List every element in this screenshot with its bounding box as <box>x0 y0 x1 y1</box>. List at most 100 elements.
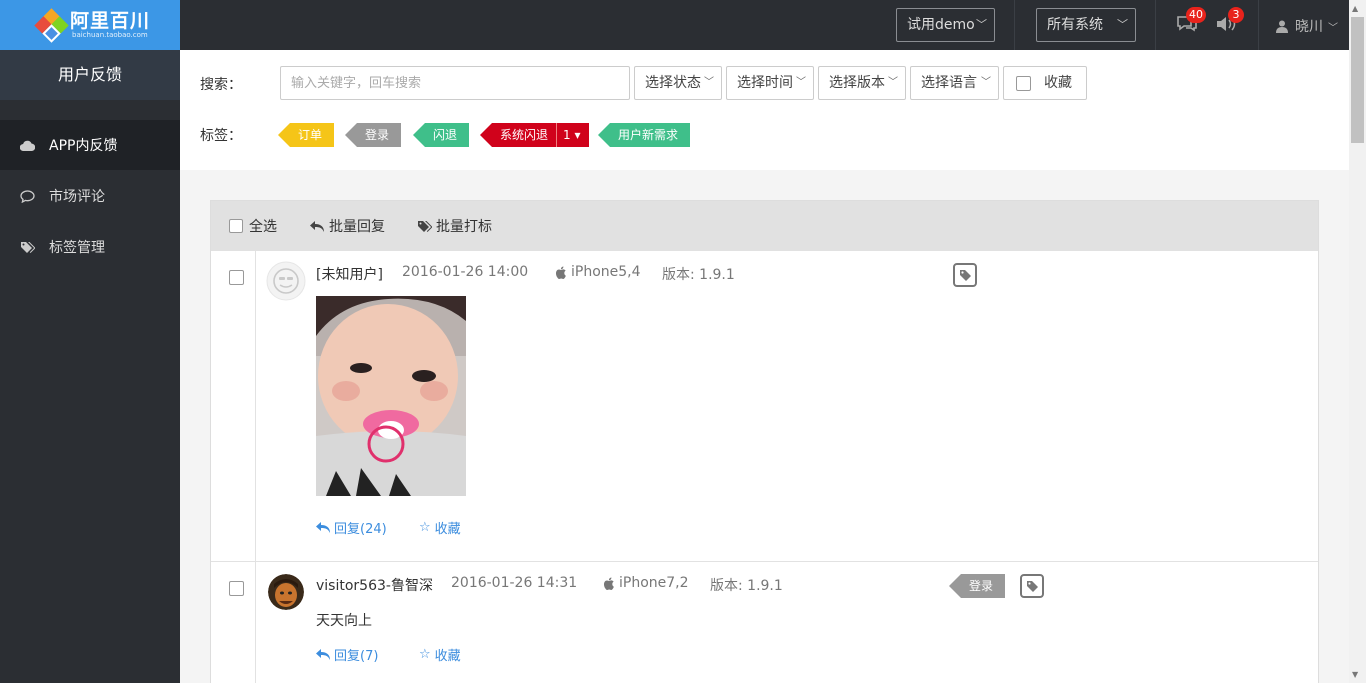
feedback-user[interactable]: [未知用户] <box>316 264 383 284</box>
sidebar-title: 用户反馈 <box>0 50 180 100</box>
language-select-label: 选择语言 <box>921 75 977 91</box>
favorite-checkbox[interactable] <box>1016 75 1031 91</box>
chevron-down-icon: ﹀ <box>976 18 987 31</box>
comment-icon <box>20 189 35 203</box>
brand-domain: baichuan.taobao.com <box>72 31 148 39</box>
feedback-device: iPhone5,4 <box>556 264 641 280</box>
tag-icon <box>1026 580 1038 592</box>
search-input[interactable] <box>280 66 630 100</box>
scrollbar-thumb[interactable] <box>1351 17 1364 143</box>
row-checkbox[interactable] <box>229 270 244 285</box>
add-tag-button[interactable] <box>953 263 977 287</box>
favorite-filter-label: 收藏 <box>1044 75 1072 91</box>
reply-all-icon <box>310 220 324 232</box>
favorite-link[interactable]: ☆ 收藏 <box>419 518 461 537</box>
sidebar-item-label: 市场评论 <box>49 189 105 205</box>
search-label: 搜索： <box>200 77 242 93</box>
batch-tag-button[interactable]: 批量打标 <box>417 216 492 236</box>
system-select[interactable]: 所有系统 ﹀ <box>1036 8 1136 42</box>
select-all-checkbox[interactable] <box>229 219 243 233</box>
reply-icon <box>316 522 330 533</box>
system-select-value: 所有系统 <box>1047 17 1103 33</box>
logo-icon <box>34 8 69 43</box>
feedback-screenshot[interactable] <box>316 296 466 496</box>
status-select-label: 选择状态 <box>645 75 701 91</box>
reply-label: 回复(24) <box>334 522 387 537</box>
chevron-down-icon: ﹀ <box>1328 22 1338 34</box>
feedback-tag-login[interactable]: 登录 <box>948 574 1006 598</box>
brand-logo[interactable]: 阿里百川 baichuan.taobao.com <box>0 0 180 50</box>
tag-label: 用户新需求 <box>618 128 679 142</box>
device-model: iPhone5,4 <box>571 264 641 280</box>
tags-icon <box>21 241 35 253</box>
caret-down-icon: ▾ <box>574 128 581 142</box>
star-icon: ☆ <box>419 647 431 662</box>
tag-count-dropdown[interactable]: 1 ▾ <box>556 123 589 147</box>
batch-reply-button[interactable]: 批量回复 <box>310 216 385 236</box>
reply-link[interactable]: 回复(24) <box>316 518 387 537</box>
apple-icon <box>604 577 614 590</box>
chevron-down-icon: ﹀ <box>1117 18 1128 31</box>
tag-icon <box>959 269 971 281</box>
tags-label: 标签： <box>200 128 242 144</box>
default-avatar-icon <box>266 261 306 301</box>
select-all-label: 全选 <box>249 219 277 235</box>
divider <box>1258 0 1259 50</box>
tag-label: 登录 <box>969 579 994 593</box>
sidebar-item-label: APP内反馈 <box>49 138 118 154</box>
batch-reply-label: 批量回复 <box>329 219 385 235</box>
feedback-device: iPhone7,2 <box>604 575 689 591</box>
row-divider <box>211 561 1318 562</box>
scroll-down-icon[interactable]: ▼ <box>1352 670 1358 679</box>
avatar <box>268 574 304 610</box>
sidebar-item-market-reviews[interactable]: 市场评论 <box>0 171 180 221</box>
tag-label: 订单 <box>298 128 323 142</box>
reply-link[interactable]: 回复(7) <box>316 645 378 664</box>
tag-order[interactable]: .t0::before{border-right-color:#f5c518!i… <box>277 123 335 147</box>
tag-count: 1 <box>563 128 571 142</box>
tag-new-requirement[interactable]: 用户新需求 <box>597 123 691 147</box>
feedback-content: 天天向上 <box>316 613 372 629</box>
reply-icon <box>316 649 330 660</box>
app-select-value: 试用demo <box>907 17 975 33</box>
user-menu[interactable]: 晓川 ﹀ <box>1276 16 1338 36</box>
add-tag-button[interactable] <box>1020 574 1044 598</box>
favorite-filter[interactable]: 收藏 <box>1003 66 1087 100</box>
notifications-badge: 3 <box>1228 7 1244 23</box>
favorite-label: 收藏 <box>434 649 461 664</box>
favorite-label: 收藏 <box>434 522 461 537</box>
chevron-down-icon: ﹀ <box>796 77 806 88</box>
divider <box>1155 0 1156 50</box>
language-select[interactable]: 选择语言 ﹀ <box>910 66 999 100</box>
batch-tag-label: 批量打标 <box>436 219 492 235</box>
status-select[interactable]: 选择状态 ﹀ <box>634 66 722 100</box>
feedback-version: 版本: 1.9.1 <box>710 578 783 594</box>
device-model: iPhone7,2 <box>619 575 689 591</box>
reply-label: 回复(7) <box>334 649 379 664</box>
tag-crash[interactable]: 闪退 <box>412 123 470 147</box>
favorite-link[interactable]: ☆ 收藏 <box>419 645 461 664</box>
star-icon: ☆ <box>419 520 431 535</box>
user-avatar-icon <box>268 574 304 610</box>
feedback-user[interactable]: visitor563-鲁智深 <box>316 575 433 595</box>
sidebar-item-tag-management[interactable]: 标签管理 <box>0 222 180 272</box>
user-name: 晓川 <box>1295 19 1323 35</box>
tag-label: 系统闪退 <box>500 128 549 142</box>
row-checkbox[interactable] <box>229 581 244 596</box>
apple-icon <box>556 266 566 279</box>
chevron-down-icon: ﹀ <box>888 77 898 88</box>
time-select[interactable]: 选择时间 ﹀ <box>726 66 814 100</box>
tag-login[interactable]: 登录 <box>344 123 402 147</box>
chevron-down-icon: ﹀ <box>704 77 714 88</box>
app-select[interactable]: 试用demo ﹀ <box>896 8 995 42</box>
sidebar-item-app-feedback[interactable]: APP内反馈 <box>0 120 180 170</box>
tag-system-crash[interactable]: 系统闪退 1 ▾ <box>480 123 589 147</box>
select-all[interactable]: 全选 <box>229 216 277 236</box>
column-divider <box>255 251 256 683</box>
feedback-version: 版本: 1.9.1 <box>662 267 735 283</box>
version-select-label: 选择版本 <box>829 75 885 91</box>
user-icon <box>1276 20 1288 33</box>
scroll-up-icon[interactable]: ▲ <box>1352 4 1358 13</box>
version-select[interactable]: 选择版本 ﹀ <box>818 66 906 100</box>
brand-name: 阿里百川 <box>70 10 151 32</box>
